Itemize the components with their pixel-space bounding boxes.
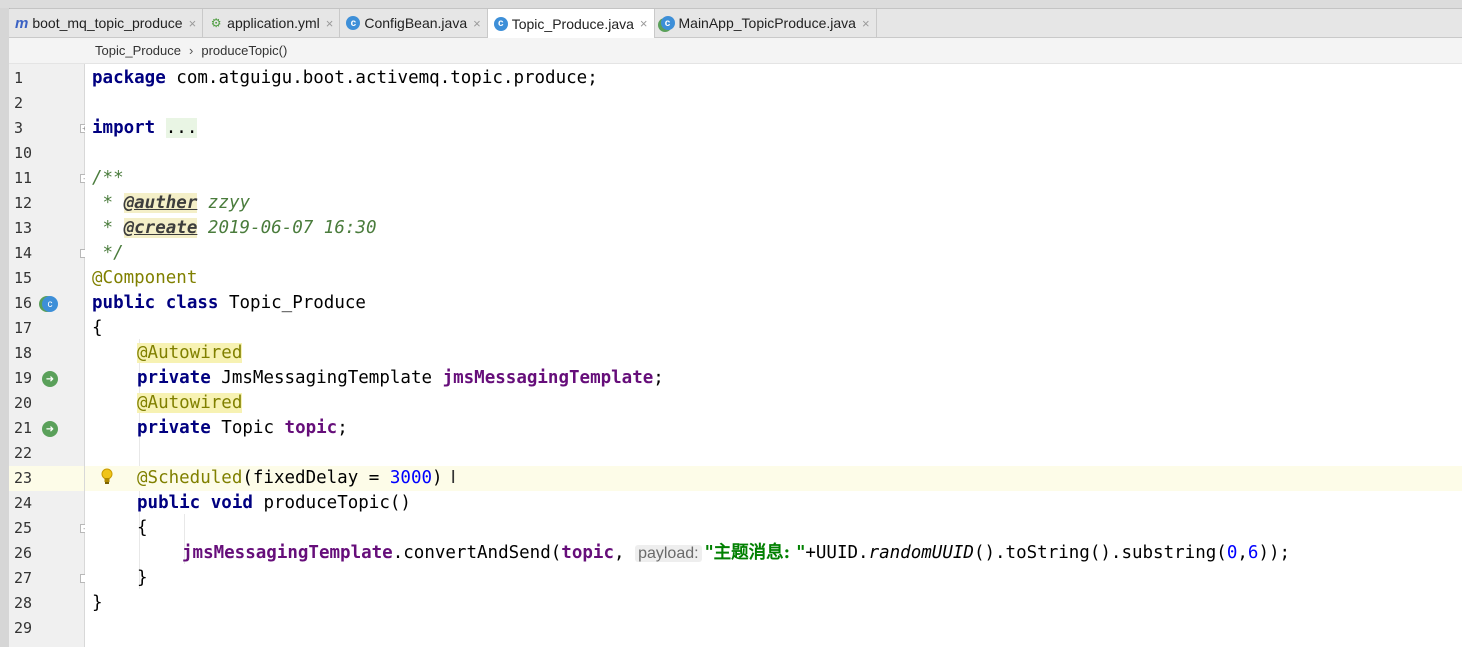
close-icon[interactable]: × [326,16,334,31]
line-number-gutter[interactable]: 1 2 3+ 10 11- 12 13 14 15 16c 17 18 19➜ … [9,64,89,647]
java-class-icon: c [493,16,508,31]
java-class-icon: c [346,16,361,30]
breadcrumb-method[interactable]: produceTopic() [201,43,287,58]
gutter-line: 13 [14,219,33,237]
spring-boot-class-icon: c [660,16,675,30]
code-line: jmsMessagingTemplate.convertAndSend(topi… [182,543,1291,563]
gutter-line: 20 [14,394,33,412]
breadcrumb-separator: › [189,43,194,58]
code-editor[interactable]: package com.atguigu.boot.activemq.topic.… [85,64,1462,647]
gutter-line: 22 [14,444,33,462]
folded-imports[interactable]: ... [165,118,198,138]
code-line: import ... [92,118,198,138]
tab-application-yml[interactable]: ⚙ application.yml × [203,9,341,37]
gutter-line: 18 [14,344,33,362]
gutter-line: 15 [14,269,33,287]
gutter-line: 21 ➜ [9,416,84,441]
gutter-line: 16 c [9,291,84,316]
gutter-line: 19 ➜ [9,366,84,391]
gutter-line: 10 [14,144,33,162]
lightbulb-intention-icon[interactable] [100,468,116,486]
gutter-line: 3+ [9,116,89,141]
gutter-line: 28 [14,594,33,612]
breadcrumb: Topic_Produce › produceTopic() [9,38,1462,64]
maven-module-icon: m [15,14,29,32]
code-line: @Autowired [137,343,243,363]
code-line: } [92,593,103,613]
code-line: private Topic topic; [137,418,348,438]
gutter-line: 27 [9,566,89,591]
code-line: /** [92,168,124,188]
code-line: * @auther zzyy [92,193,251,213]
close-icon[interactable]: × [862,16,870,31]
mouse-text-cursor: I [450,468,456,488]
gutter-line: 24 [14,494,33,512]
editor-tab-bar: m boot_mq_topic_produce × ⚙ application.… [9,9,1462,38]
tab-boot-mq-topic-produce[interactable]: m boot_mq_topic_produce × [9,9,204,37]
tab-configbean-java[interactable]: c ConfigBean.java × [340,9,488,37]
code-line: @Component [92,268,198,288]
close-icon[interactable]: × [640,16,648,31]
parameter-hint: payload: [635,545,702,562]
code-line: private JmsMessagingTemplate jmsMessagin… [137,368,664,388]
gutter-line: 17 [14,319,33,337]
breadcrumb-class[interactable]: Topic_Produce [95,43,181,58]
gutter-line-current: 23 [9,466,84,491]
autowired-navigate-icon[interactable]: ➜ [42,421,58,437]
gutter-line: 11- [9,166,89,191]
tab-label: application.yml [227,15,320,31]
gutter-line: 14 [9,241,89,266]
yaml-file-icon: ⚙ [210,16,222,30]
gutter-line: 29 [14,619,33,637]
close-icon[interactable]: × [473,16,481,31]
code-line: { [137,518,148,538]
code-line: @Autowired [137,393,243,413]
code-line: public class Topic_Produce [92,293,366,313]
code-line: */ [92,243,124,263]
tab-mainapp-topicproduce-java[interactable]: c MainApp_TopicProduce.java × [655,9,877,37]
close-icon[interactable]: × [189,16,197,31]
code-line: package com.atguigu.boot.activemq.topic.… [92,68,598,88]
autowired-navigate-icon[interactable]: ➜ [42,371,58,387]
window-top-toolbar [0,0,1462,9]
gutter-line: 2 [14,94,24,112]
gutter-line: 25- [9,516,89,541]
code-line-current: @Scheduled(fixedDelay = 3000) I [85,466,1462,491]
tab-label: Topic_Produce.java [511,15,634,32]
gutter-line: 1 [14,69,24,87]
tab-label: ConfigBean.java [364,15,468,31]
code-line: public void produceTopic() [137,493,411,513]
tab-label: MainApp_TopicProduce.java [678,15,856,31]
tab-topic-produce-java[interactable]: c Topic_Produce.java × [487,9,655,38]
code-line: * @create 2019-06-07 16:30 [92,218,377,238]
gutter-line: 26 [14,544,33,562]
tab-label: boot_mq_topic_produce [32,15,183,31]
spring-bean-class-icon[interactable]: c [42,296,58,312]
code-line: } [137,568,148,588]
gutter-line: 12 [14,194,33,212]
code-line: { [92,318,103,338]
